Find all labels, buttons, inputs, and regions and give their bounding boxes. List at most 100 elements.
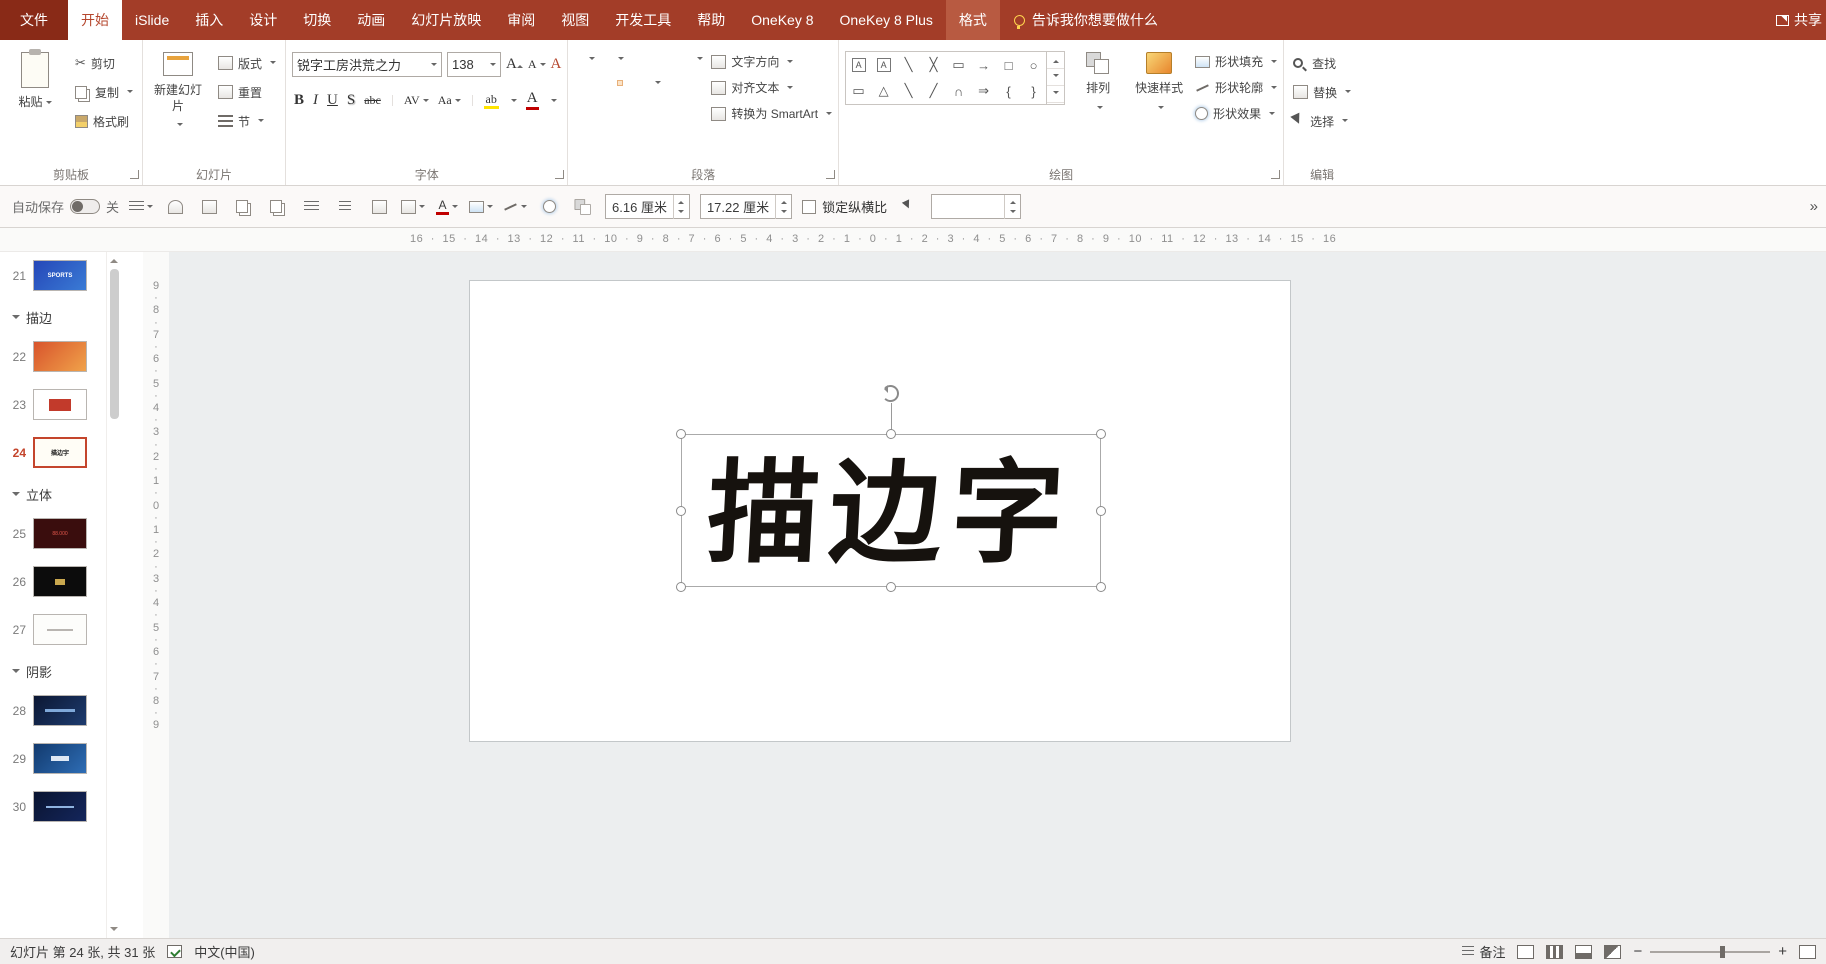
tab-review[interactable]: 审阅 (494, 0, 548, 40)
dialog-launcher-icon[interactable] (1271, 170, 1280, 179)
tab-home[interactable]: 开始 (68, 0, 122, 40)
resize-handle-bottom-right[interactable] (1096, 582, 1106, 592)
character-spacing-button[interactable]: AV (404, 93, 429, 108)
slide-thumbnail-21[interactable]: SPORTS (33, 260, 87, 291)
justify-button[interactable] (607, 81, 611, 85)
zoom-in-button[interactable]: + (1778, 943, 1787, 960)
resize-handle-bottom-middle[interactable] (886, 582, 896, 592)
right-brace-shape-icon[interactable]: } (1031, 84, 1035, 99)
strikethrough-button[interactable]: abc (364, 93, 381, 108)
slide-thumbnail-22[interactable] (33, 341, 87, 372)
slide-thumbnail-29[interactable] (33, 743, 87, 774)
tab-design[interactable]: 设计 (236, 0, 290, 40)
spin-up-icon[interactable] (1005, 195, 1020, 207)
square-shape-icon[interactable]: □ (1005, 58, 1013, 73)
distribute-horizontal-button[interactable] (333, 195, 357, 219)
paste-button[interactable]: 粘贴 (6, 42, 64, 144)
thumbnail-scrollbar[interactable] (106, 252, 121, 938)
reset-button[interactable]: 重置 (215, 80, 279, 104)
italic-button[interactable]: I (313, 92, 318, 109)
shape-gallery-more-button[interactable] (1047, 86, 1064, 103)
font-size-combo[interactable]: 138 (447, 52, 501, 77)
block-arrow-shape-icon[interactable]: ⇒ (978, 83, 989, 99)
slide-24[interactable]: 描边字 (469, 280, 1291, 742)
reading-view-button[interactable] (1575, 945, 1592, 959)
format-painter-button[interactable]: 格式刷 (72, 109, 136, 133)
line-spacing-button[interactable] (682, 57, 686, 61)
tell-me-box[interactable]: 告诉我你想要做什么 (1000, 0, 1172, 40)
tab-developer[interactable]: 开发工具 (602, 0, 684, 40)
zoom-slider[interactable] (1650, 951, 1770, 953)
slide-thumbnail-26[interactable] (33, 566, 87, 597)
diagonal-line2-shape-icon[interactable]: ╱ (930, 83, 938, 99)
find-button[interactable]: 查找 (1290, 51, 1354, 75)
slide-thumbnail-23[interactable] (33, 389, 87, 420)
new-slide-button[interactable]: 新建幻灯片 (149, 42, 207, 144)
spin-up-icon[interactable] (776, 195, 791, 207)
select-button[interactable]: 选择 (1290, 109, 1354, 133)
tab-onekey8[interactable]: OneKey 8 (738, 0, 826, 40)
shape-gallery[interactable]: A A ╲ ╳ ▭ → □ ○ ▭ △ ╲ ╱ ∩ ⇒ { (845, 51, 1047, 105)
lock-aspect-ratio-checkbox[interactable]: 锁定纵横比 (802, 197, 887, 216)
shape-height-field[interactable]: 6.16 厘米 (605, 194, 690, 219)
highlight-color-button[interactable]: ab (484, 93, 499, 109)
tab-onekey8plus[interactable]: OneKey 8 Plus (827, 0, 946, 40)
empty-spin-field[interactable] (931, 194, 1021, 219)
dialog-launcher-icon[interactable] (555, 170, 564, 179)
shrink-font-button[interactable]: A (528, 57, 546, 72)
tab-animations[interactable]: 动画 (344, 0, 398, 40)
slide-sorter-view-button[interactable] (1546, 945, 1563, 959)
spin-down-icon[interactable] (674, 207, 689, 219)
tab-view[interactable]: 视图 (548, 0, 602, 40)
shape-width-field[interactable]: 17.22 厘米 (700, 194, 792, 219)
convert-smartart-button[interactable]: 转换为 SmartArt (711, 105, 832, 122)
spin-down-icon[interactable] (776, 207, 791, 219)
toolbar-overflow-icon[interactable]: » (1810, 198, 1818, 215)
copy-button[interactable]: 复制 (72, 80, 136, 104)
section-header-solid[interactable]: 立体 (12, 485, 106, 504)
dialog-launcher-icon[interactable] (826, 170, 835, 179)
language-label[interactable]: 中文(中国) (194, 942, 255, 961)
scroll-up-icon[interactable] (110, 255, 118, 263)
distribute-text-button[interactable] (618, 81, 622, 85)
scroll-down-icon[interactable] (110, 927, 118, 935)
tab-format[interactable]: 格式 (946, 0, 1000, 40)
outline-color-button[interactable] (503, 195, 527, 219)
selection-pane-button[interactable] (897, 195, 921, 219)
crossed-lines-shape-icon[interactable]: ╳ (930, 57, 938, 73)
spin-down-icon[interactable] (1005, 207, 1020, 219)
fill-color-button[interactable] (469, 195, 493, 219)
slide-thumbnail-28[interactable] (33, 695, 87, 726)
resize-handle-bottom-left[interactable] (676, 582, 686, 592)
slide-thumbnail-24-selected[interactable]: 描边字 (33, 437, 87, 468)
tab-insert[interactable]: 插入 (182, 0, 236, 40)
fit-to-window-button[interactable] (1799, 945, 1816, 959)
tab-transitions[interactable]: 切换 (290, 0, 344, 40)
diagonal-line-shape-icon[interactable]: ╲ (905, 83, 913, 99)
text-fill-button[interactable]: A (435, 195, 459, 219)
text-direction-button[interactable]: 文字方向 (711, 53, 832, 70)
replace-button[interactable]: 替换 (1290, 80, 1354, 104)
align-right-button[interactable] (596, 81, 600, 85)
align-center-button[interactable] (585, 81, 589, 85)
tab-file[interactable]: 文件 (0, 0, 68, 40)
section-header-shadow[interactable]: 阴影 (12, 662, 106, 681)
left-brace-shape-icon[interactable]: { (1006, 84, 1010, 99)
spin-up-icon[interactable] (674, 195, 689, 207)
shape-gallery-up-button[interactable] (1047, 52, 1064, 69)
slide-thumbnail-30[interactable] (33, 791, 87, 822)
share-button[interactable]: 共享 (1768, 0, 1826, 40)
zoom-slider-thumb[interactable] (1720, 946, 1725, 958)
tab-slideshow[interactable]: 幻灯片放映 (398, 0, 494, 40)
bring-forward-button[interactable] (231, 195, 255, 219)
section-button[interactable]: 节 (215, 109, 279, 133)
redo-button[interactable] (163, 195, 187, 219)
shape-outline-button[interactable]: 形状轮廓 (1195, 79, 1277, 96)
shape-fill-button[interactable]: 形状填充 (1195, 53, 1277, 70)
rounded-rectangle-shape-icon[interactable]: ▭ (852, 83, 864, 99)
align-left-button[interactable] (574, 81, 578, 85)
arc-shape-icon[interactable]: ∩ (954, 84, 963, 99)
notes-button[interactable]: 备注 (1462, 942, 1505, 961)
text-effects-button[interactable] (537, 195, 561, 219)
arrange-button[interactable]: 排列 (1073, 42, 1123, 144)
